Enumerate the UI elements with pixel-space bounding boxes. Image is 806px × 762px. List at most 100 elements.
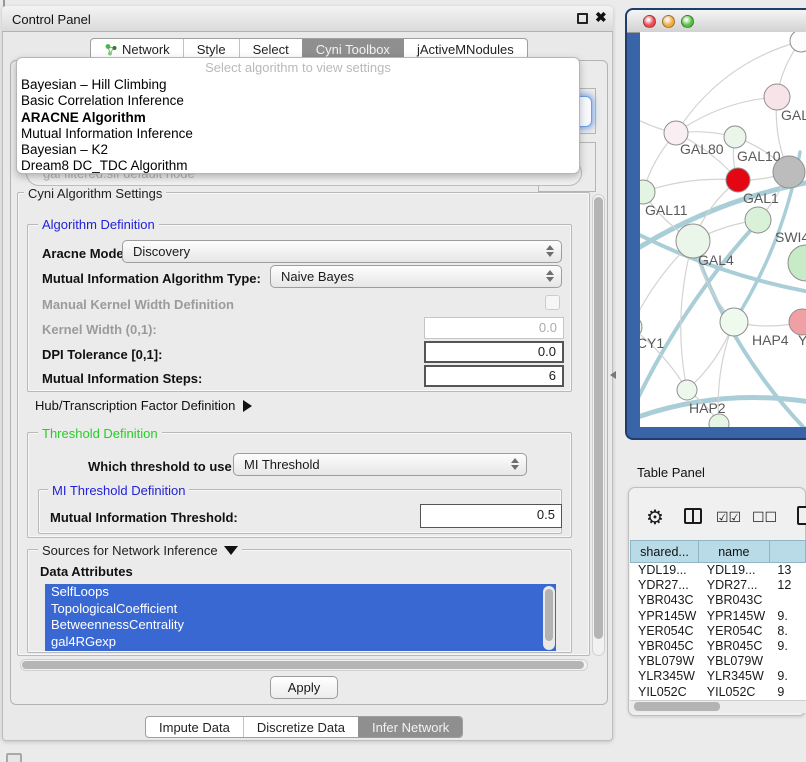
attributes-scrollbar-thumb[interactable]	[545, 589, 553, 641]
table-column-header[interactable]: name	[699, 540, 770, 563]
gear-icon[interactable]: ⚙	[646, 505, 664, 530]
data-attributes-list: SelfLoopsTopologicalCoefficientBetweenne…	[45, 584, 556, 651]
table-cell: YLR345W	[699, 669, 770, 684]
splitter-collapse-arrow[interactable]	[610, 371, 616, 379]
tab-select[interactable]: Select	[239, 39, 302, 59]
columns-icon[interactable]	[684, 508, 702, 524]
data-attribute-item[interactable]: TopologicalCoefficient	[45, 601, 556, 618]
table-row[interactable]: YDL19...YDL19...13	[630, 563, 806, 578]
mi-threshold-label: Mutual Information Threshold:	[50, 510, 238, 525]
mi-steps-field[interactable]: 6	[424, 365, 564, 387]
apply-button[interactable]: Apply	[270, 676, 338, 699]
bottom-tab-infer-network[interactable]: Infer Network	[358, 717, 462, 737]
network-node-label: SWI4	[775, 229, 806, 245]
table-row[interactable]: YDR27...YDR27...12	[630, 578, 806, 593]
mac-zoom-button[interactable]	[681, 15, 694, 28]
table-cell: YBR043C	[699, 593, 770, 608]
manual-kernel-checkbox[interactable]	[545, 295, 560, 310]
algorithm-dropdown-popup: Select algorithm to view settings Bayesi…	[16, 57, 580, 174]
mi-type-value: Naive Bayes	[281, 269, 354, 284]
tab-label: Network	[122, 42, 170, 57]
node-top-right[interactable]	[790, 32, 806, 52]
network-node-label: GAL10	[737, 148, 781, 164]
table-row[interactable]: YBR045CYBR045C9.	[630, 639, 806, 654]
table-cell: YDR27...	[699, 578, 770, 593]
algorithm-option-basic-correlation-inference[interactable]: Basic Correlation Inference	[17, 93, 579, 109]
bottom-tab-discretize-data[interactable]: Discretize Data	[243, 717, 358, 737]
algorithm-option-bayesian-k2[interactable]: Bayesian – K2	[17, 142, 579, 158]
aracne-mode-label: Aracne Mode:	[42, 246, 128, 261]
data-attribute-item[interactable]: SelfLoops	[45, 584, 556, 601]
table-cell	[769, 654, 806, 669]
node-GAL1[interactable]	[726, 168, 750, 192]
node-big-green[interactable]	[788, 245, 806, 281]
node-SWI4[interactable]	[745, 207, 771, 233]
kernel-width-label: Kernel Width (0,1):	[42, 322, 157, 337]
node-GAL11[interactable]	[640, 180, 655, 204]
bottom-tab-label: Infer Network	[372, 720, 449, 735]
tab-network[interactable]: Network	[91, 39, 183, 59]
tab-jactivemnodules[interactable]: jActiveMNodules	[403, 39, 527, 59]
table-cell: 9.	[769, 669, 806, 684]
data-attribute-item[interactable]: BetweennessCentrality	[45, 617, 556, 634]
tab-label: jActiveMNodules	[417, 42, 514, 57]
algorithm-definition-title: Algorithm Definition	[38, 217, 159, 232]
table-cell: YER054C	[699, 624, 770, 639]
table-row[interactable]: YPR145WYPR145W9.	[630, 609, 806, 624]
mi-type-label: Mutual Information Algorithm Type:	[42, 271, 261, 286]
table-row[interactable]: YER054CYER054C8.	[630, 624, 806, 639]
aracne-mode-combobox[interactable]: Discovery	[122, 240, 562, 263]
mi-threshold-title: MI Threshold Definition	[48, 483, 189, 498]
table-column-header[interactable]	[770, 540, 806, 563]
table-cell: 8.	[769, 624, 806, 639]
mi-threshold-field[interactable]: 0.5	[420, 504, 562, 528]
network-edge[interactable]	[643, 179, 738, 192]
table-row[interactable]: YBR043CYBR043C	[630, 593, 806, 608]
mac-minimize-button[interactable]	[662, 15, 675, 28]
disclosure-collapsed-icon	[243, 400, 252, 412]
mi-type-combobox[interactable]: Naive Bayes	[270, 265, 562, 288]
settings-vscrollbar-thumb[interactable]	[594, 197, 603, 639]
table-cell: YBL079W	[699, 654, 770, 669]
kernel-width-field[interactable]: 0.0	[424, 317, 564, 339]
close-icon[interactable]: ✖	[595, 9, 607, 26]
sources-disclosure[interactable]: Sources for Network Inference	[38, 543, 242, 558]
bottom-tab-label: Impute Data	[159, 720, 230, 735]
algorithm-option-aracne-algorithm[interactable]: ARACNE Algorithm	[17, 110, 579, 126]
tab-label: Cyni Toolbox	[316, 42, 390, 57]
bottom-tab-impute-data[interactable]: Impute Data	[146, 717, 243, 737]
document-icon[interactable]	[797, 506, 806, 525]
tab-style[interactable]: Style	[183, 39, 239, 59]
table-row[interactable]: YIL052CYIL052C9	[630, 685, 806, 700]
algorithm-option-dream8-dc-tdc-algorithm[interactable]: Dream8 DC_TDC Algorithm	[17, 158, 579, 174]
table-row[interactable]: YLR345WYLR345W9.	[630, 669, 806, 684]
minimized-panel-icon[interactable]	[6, 753, 22, 762]
select-all-checkboxes-icon[interactable]: ☑☑	[716, 509, 741, 526]
node-HAP2[interactable]	[677, 380, 697, 400]
table-column-header[interactable]: shared...	[630, 540, 699, 563]
network-view[interactable]: GALGAL80GAL10GAL1GAL11SWI4GAL4HAP4YGCY1H…	[640, 32, 806, 427]
algorithm-option-bayesian-hill-climbing[interactable]: Bayesian – Hill Climbing	[17, 77, 579, 93]
deselect-all-checkboxes-icon[interactable]: ☐☐	[752, 509, 777, 526]
algorithm-option-mutual-information-inference[interactable]: Mutual Information Inference	[17, 126, 579, 142]
control-panel-title: Control Panel	[12, 12, 91, 27]
node-GAL10[interactable]	[724, 126, 746, 148]
dpi-tolerance-field[interactable]: 0.0	[424, 341, 564, 363]
which-threshold-combobox[interactable]: MI Threshold	[233, 453, 527, 476]
table-cell: YIL052C	[699, 685, 770, 700]
node-HAP4[interactable]	[720, 308, 748, 336]
hub-definition-disclosure[interactable]: Hub/Transcription Factor Definition	[35, 398, 252, 413]
network-edge[interactable]	[676, 97, 777, 133]
float-window-icon[interactable]	[577, 13, 588, 24]
network-node-label: GAL4	[698, 252, 734, 268]
table-hscrollbar-thumb[interactable]	[634, 702, 720, 711]
table-row[interactable]: YBL079WYBL079W	[630, 654, 806, 669]
mac-close-button[interactable]	[643, 15, 656, 28]
settings-hscrollbar-thumb[interactable]	[22, 661, 584, 669]
table-cell: YER054C	[630, 624, 699, 639]
cyni-bottom-tab-bar: Impute Data Discretize Data Infer Network	[145, 716, 463, 738]
tab-cyni-toolbox[interactable]: Cyni Toolbox	[302, 39, 403, 59]
table-cell: 9	[769, 685, 806, 700]
table-cell: 12	[769, 578, 806, 593]
data-attribute-item[interactable]: gal4RGexp	[45, 634, 556, 651]
